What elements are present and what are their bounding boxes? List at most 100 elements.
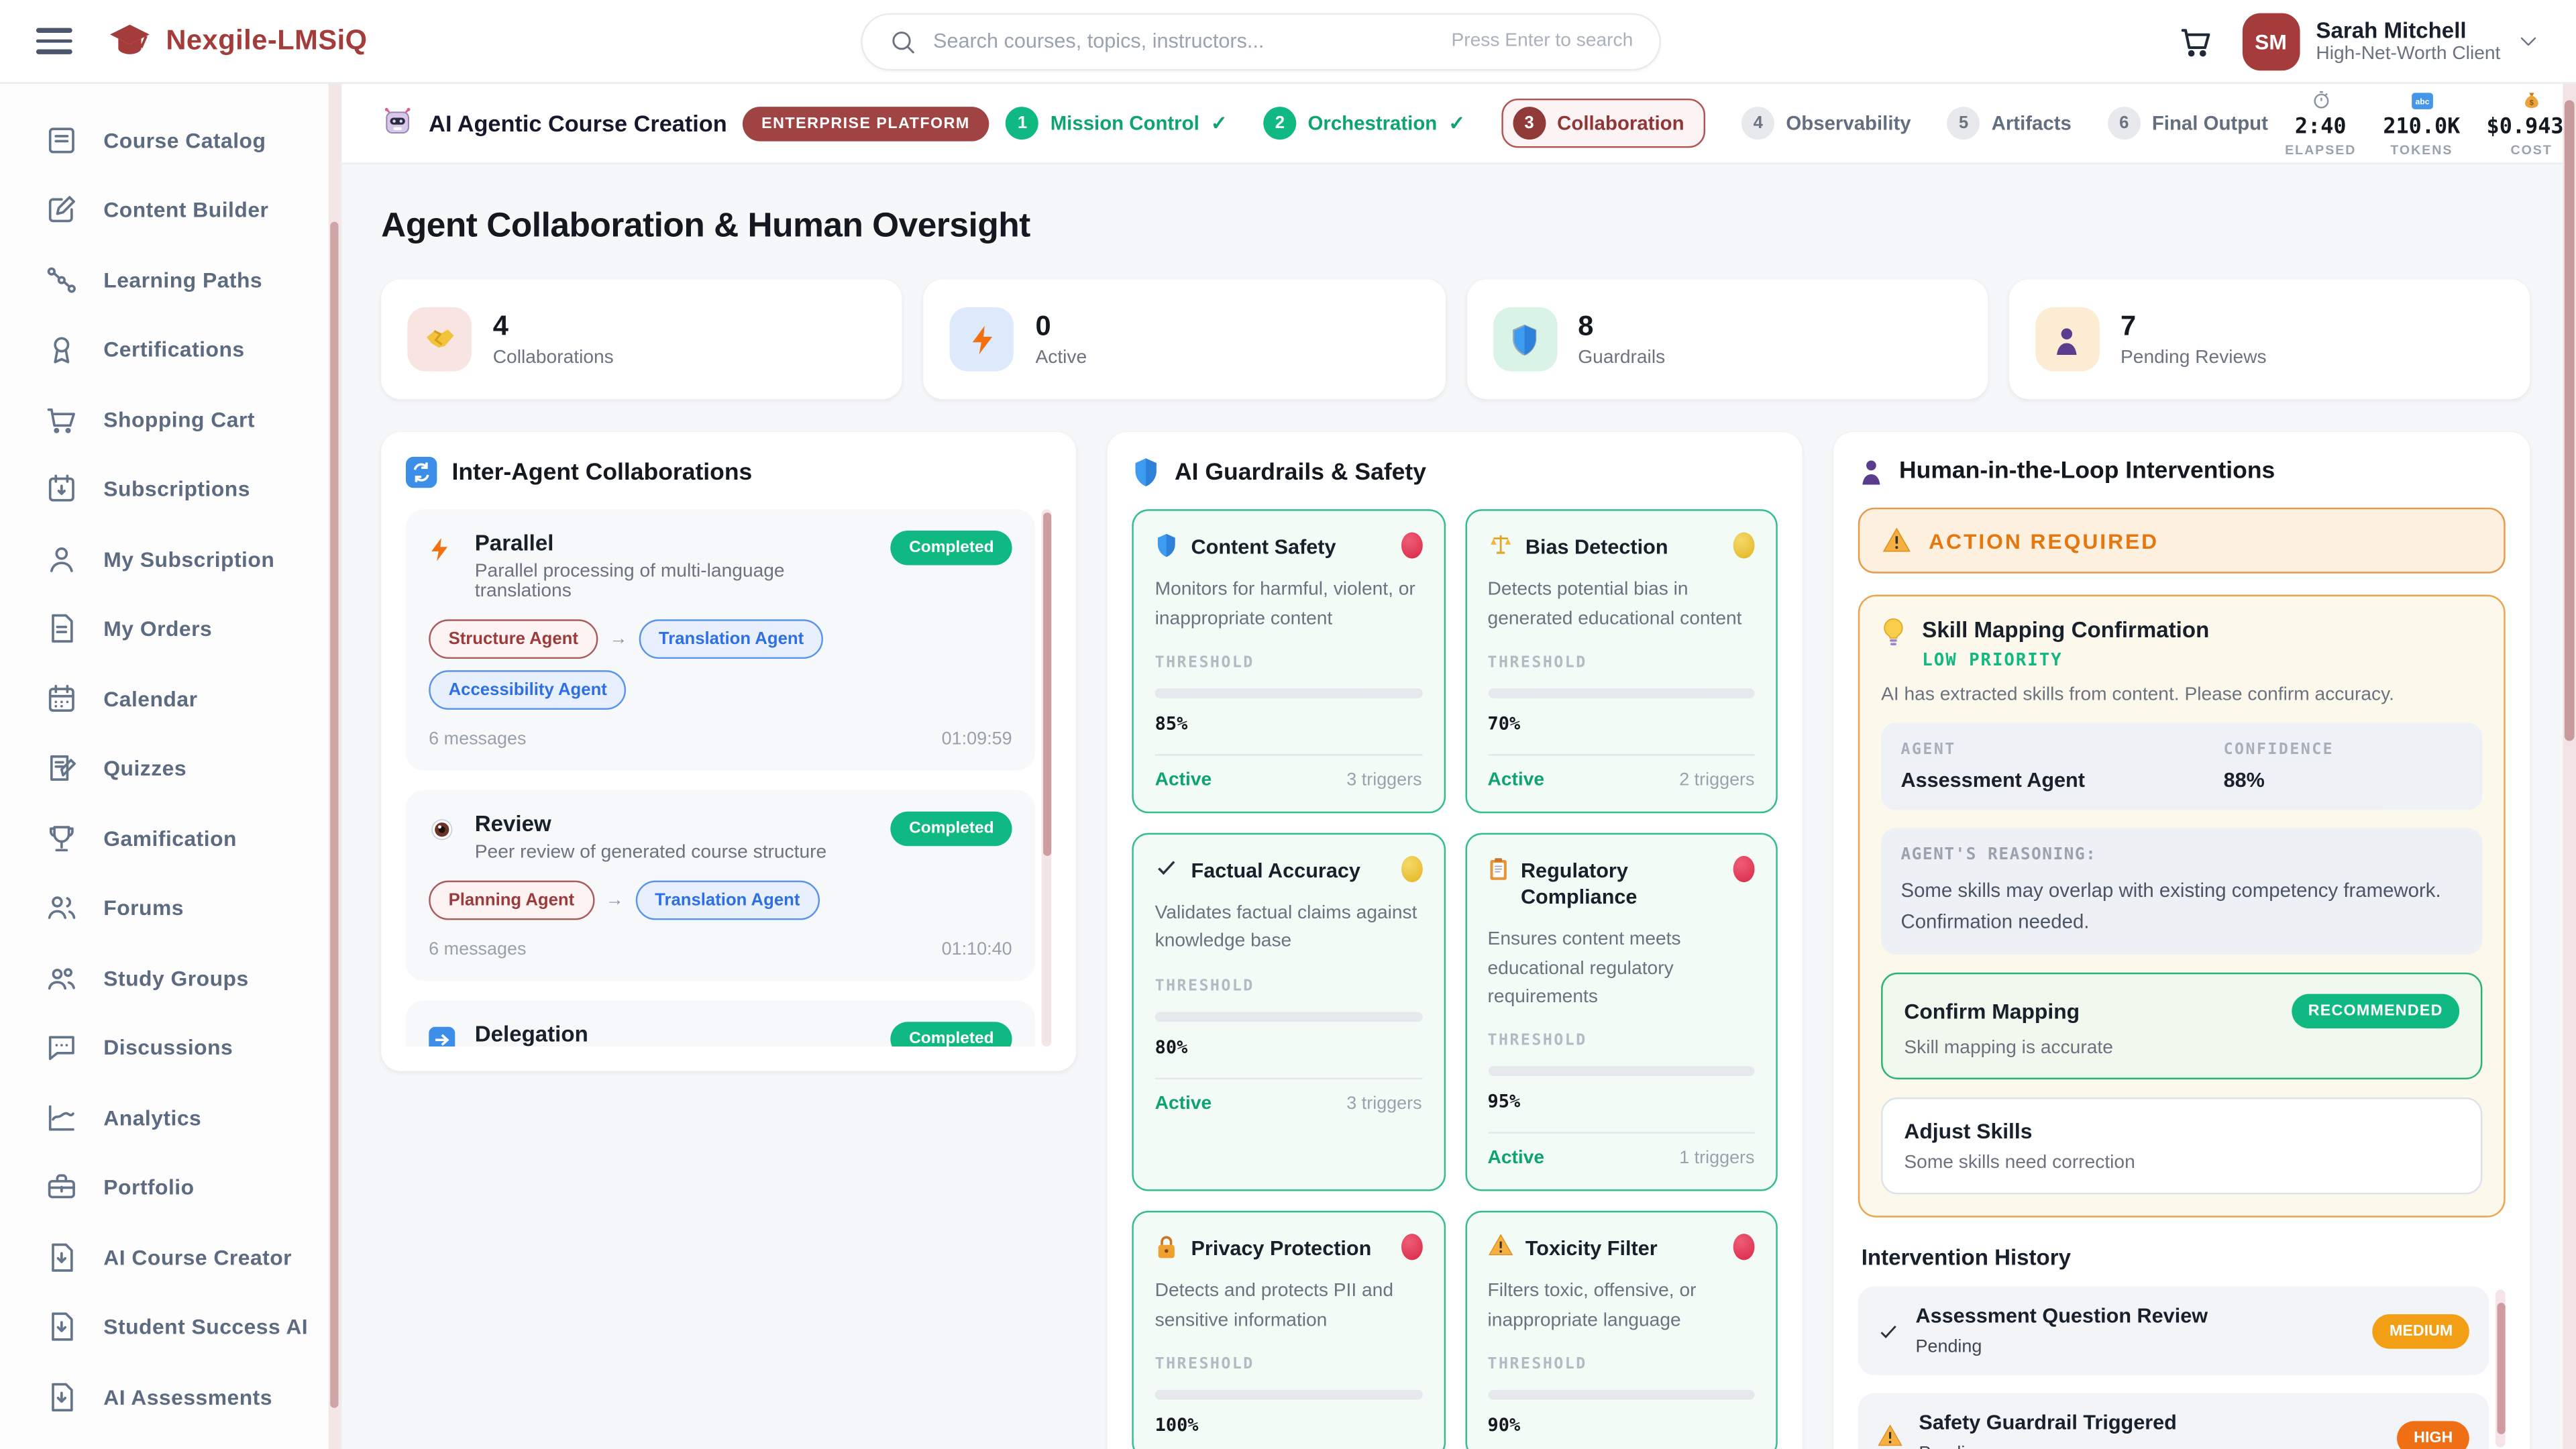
sidebar-item-learning-paths[interactable]: Learning Paths bbox=[0, 245, 340, 315]
sidebar-item-discussions[interactable]: Discussions bbox=[0, 1013, 340, 1083]
message-count: 6 messages bbox=[429, 729, 526, 749]
agent-chip[interactable]: Structure Agent bbox=[429, 619, 598, 659]
sidebar-item-my-orders[interactable]: My Orders bbox=[0, 594, 340, 663]
document-icon bbox=[44, 612, 78, 646]
sidebar-item-student-success-ai[interactable]: Student Success AI bbox=[0, 1292, 340, 1362]
guardrail-bias-detection[interactable]: Bias Detection Detects potential bias in… bbox=[1464, 509, 1778, 812]
sidebar-item-label: Course Catalog bbox=[103, 127, 266, 152]
intervention-card: Skill Mapping Confirmation LOW PRIORITY … bbox=[1858, 595, 2506, 1218]
lightning-icon bbox=[429, 531, 458, 601]
action-required-text: ACTION REQUIRED bbox=[1929, 528, 2159, 553]
sidebar-item-ai-assessments[interactable]: AI Assessments bbox=[0, 1362, 340, 1432]
status-dot-yellow bbox=[1401, 855, 1422, 881]
sidebar-item-label: AI Assessments bbox=[103, 1385, 272, 1409]
collab-item-review[interactable]: Review Peer review of generated course s… bbox=[406, 790, 1035, 981]
sidebar-item-label: My Orders bbox=[103, 616, 212, 641]
step-collaboration[interactable]: 3Collaboration bbox=[1501, 99, 1706, 148]
agent-chip[interactable]: Translation Agent bbox=[639, 619, 824, 659]
step-observability[interactable]: 4Observability bbox=[1741, 107, 1911, 140]
calendar-down-icon bbox=[44, 472, 78, 506]
agent-chip[interactable]: Accessibility Agent bbox=[429, 670, 627, 710]
guardrail-toxicity-filter[interactable]: Toxicity Filter Filters toxic, offensive… bbox=[1464, 1211, 1778, 1449]
trophy-icon bbox=[44, 821, 78, 855]
arrow-icon: → bbox=[609, 629, 627, 649]
sidebar-item-analytics[interactable]: Analytics bbox=[0, 1083, 340, 1152]
lock-icon bbox=[1155, 1234, 1178, 1260]
top-bar: Nexgile-LMSiQ Press Enter to search SM S… bbox=[0, 0, 2576, 84]
history-list[interactable]: Assessment Question Review Pending MEDIU… bbox=[1858, 1287, 2506, 1449]
sidebar-scrollbar[interactable] bbox=[329, 84, 340, 1449]
brand-name: Nexgile-LMSiQ bbox=[166, 25, 367, 58]
file-import-icon bbox=[44, 1380, 78, 1414]
history-scrollbar[interactable] bbox=[2496, 1290, 2506, 1448]
sidebar-item-label: Quizzes bbox=[103, 756, 186, 781]
sidebar-item-label: Student Success AI bbox=[103, 1315, 308, 1340]
sidebar-item-label: Learning Paths bbox=[103, 268, 262, 292]
intervention-desc: AI has extracted skills from content. Pl… bbox=[1881, 685, 2482, 704]
sidebar-item-content-builder[interactable]: Content Builder bbox=[0, 175, 340, 245]
sidebar-item-portfolio[interactable]: Portfolio bbox=[0, 1152, 340, 1222]
sidebar-item-label: Subscriptions bbox=[103, 477, 250, 502]
adjust-skills-button[interactable]: Adjust Skills Some skills need correctio… bbox=[1881, 1097, 2482, 1194]
sidebar-item-course-catalog[interactable]: Course Catalog bbox=[0, 105, 340, 175]
message-count: 6 messages bbox=[429, 940, 526, 959]
confirm-mapping-button[interactable]: Confirm Mapping RECOMMENDED Skill mappin… bbox=[1881, 973, 2482, 1079]
collab-item-delegation[interactable]: Delegation Delegating content analysis t… bbox=[406, 1000, 1035, 1046]
sidebar-item-calendar[interactable]: Calendar bbox=[0, 663, 340, 733]
sidebar-item-certifications[interactable]: Certifications bbox=[0, 315, 340, 384]
guardrail-content-safety[interactable]: Content Safety Monitors for harmful, vio… bbox=[1132, 509, 1445, 812]
step-final-output[interactable]: 6Final Output bbox=[2108, 107, 2268, 140]
sidebar-item-subscriptions[interactable]: Subscriptions bbox=[0, 454, 340, 524]
lightning-icon bbox=[950, 307, 1014, 372]
guardrail-regulatory-compliance[interactable]: Regulatory Compliance Ensures content me… bbox=[1464, 833, 1778, 1191]
sidebar-item-label: Shopping Cart bbox=[103, 407, 255, 432]
threshold-bar bbox=[1488, 1389, 1755, 1399]
collaborations-panel: Inter-Agent Collaborations Parallel Para… bbox=[381, 432, 1076, 1071]
guardrail-factual-accuracy[interactable]: Factual Accuracy Validates factual claim… bbox=[1132, 833, 1445, 1191]
step-artifacts[interactable]: 5Artifacts bbox=[1947, 107, 2072, 140]
shield-icon bbox=[1132, 457, 1160, 488]
history-item[interactable]: Assessment Question Review Pending MEDIU… bbox=[1858, 1287, 2489, 1375]
agent-chip[interactable]: Translation Agent bbox=[635, 881, 820, 920]
sidebar-item-label: Calendar bbox=[103, 686, 197, 711]
sidebar-item-label: Discussions bbox=[103, 1035, 233, 1060]
confidence-value: 88% bbox=[2224, 769, 2463, 792]
sidebar-item-shopping-cart[interactable]: Shopping Cart bbox=[0, 384, 340, 454]
sync-icon bbox=[406, 457, 437, 488]
search-bar[interactable]: Press Enter to search bbox=[861, 12, 1661, 70]
stopwatch-icon bbox=[2311, 91, 2330, 110]
page-scrollbar[interactable] bbox=[2563, 84, 2576, 1449]
sidebar-item-label: Analytics bbox=[103, 1106, 201, 1130]
clipboard-icon bbox=[1488, 855, 1508, 881]
menu-icon[interactable] bbox=[36, 28, 72, 54]
sidebar-item-ai-course-creator[interactable]: AI Course Creator bbox=[0, 1222, 340, 1292]
step-mission-control[interactable]: 1Mission Control✓ bbox=[1006, 107, 1228, 140]
guardrail-privacy-protection[interactable]: Privacy Protection Detects and protects … bbox=[1132, 1211, 1445, 1449]
search-input[interactable] bbox=[933, 30, 1451, 52]
threshold-bar bbox=[1155, 688, 1422, 698]
sidebar-item-label: Certifications bbox=[103, 337, 244, 362]
user-menu[interactable]: SM Sarah Mitchell High-Net-Worth Client bbox=[2242, 12, 2540, 70]
sidebar-item-forums[interactable]: Forums bbox=[0, 873, 340, 943]
enterprise-badge: ENTERPRISE PLATFORM bbox=[742, 106, 989, 140]
agent-value: Assessment Agent bbox=[1900, 769, 2223, 792]
brand-logo[interactable]: Nexgile-LMSiQ bbox=[109, 21, 368, 61]
sidebar-item-study-groups[interactable]: Study Groups bbox=[0, 943, 340, 1013]
warning-icon bbox=[1878, 1425, 1902, 1448]
cart-icon[interactable] bbox=[2178, 24, 2212, 58]
collab-item-parallel[interactable]: Parallel Parallel processing of multi-la… bbox=[406, 509, 1035, 770]
sidebar-item-quizzes[interactable]: Quizzes bbox=[0, 733, 340, 803]
user-role: High-Net-Worth Client bbox=[2316, 44, 2500, 64]
threshold-bar bbox=[1155, 1389, 1422, 1399]
collaborations-scrollbar[interactable] bbox=[1042, 509, 1052, 1046]
award-icon bbox=[44, 332, 78, 366]
step-orchestration[interactable]: 2Orchestration✓ bbox=[1263, 107, 1465, 140]
guardrails-title: AI Guardrails & Safety bbox=[1175, 459, 1426, 485]
collaborations-title: Inter-Agent Collaborations bbox=[451, 459, 752, 485]
sidebar-item-gamification[interactable]: Gamification bbox=[0, 804, 340, 873]
collaborations-list[interactable]: Parallel Parallel processing of multi-la… bbox=[406, 509, 1051, 1046]
agent-chip[interactable]: Planning Agent bbox=[429, 881, 594, 920]
user-name: Sarah Mitchell bbox=[2316, 18, 2500, 43]
history-item[interactable]: Safety Guardrail Triggered Pending HIGH bbox=[1858, 1393, 2489, 1449]
sidebar-item-my-subscription[interactable]: My Subscription bbox=[0, 524, 340, 594]
